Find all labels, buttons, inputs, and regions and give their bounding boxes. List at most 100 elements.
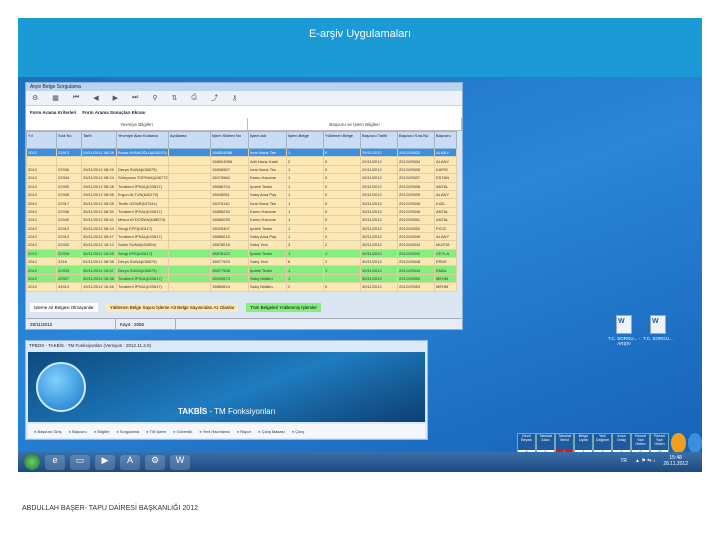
- language-indicator[interactable]: TR: [620, 458, 627, 464]
- column-header[interactable]: Başvuru Tarihi: [360, 131, 398, 149]
- table-cell: EMAL: [434, 265, 457, 275]
- table-cell: 1: [286, 181, 324, 191]
- takbis-menu-button[interactable]: Rapor: [237, 429, 251, 434]
- table-cell: 15877929: [210, 257, 249, 267]
- column-header[interactable]: İşlem Sistem No: [210, 131, 249, 149]
- user-icon[interactable]: [687, 433, 702, 453]
- table-cell: [168, 147, 211, 158]
- ie-icon[interactable]: e: [45, 454, 65, 470]
- table-row[interactable]: 2012 22945 29/11/2012 08:58 Ergun ALTUN(k32…: [26, 189, 457, 200]
- column-header[interactable]: Yevmiye Alan Kullanıcı: [116, 131, 169, 149]
- key-icon[interactable]: ⚷: [232, 94, 237, 102]
- table-row[interactable]: 2012 22932 30/11/2012 15:12 Salim SUNA(k328…: [26, 240, 457, 250]
- table-row[interactable]: 2012 22907 30/11/2012 15:38 Turabeni İPSAL(…: [26, 273, 457, 284]
- table-cell: 30/11/2012: [360, 273, 398, 284]
- column-header[interactable]: İşlem Belge: [286, 131, 324, 149]
- table-row[interactable]: 2012 3316 02/11/2012 08:38 Derya SUNA(k3857…: [26, 257, 457, 267]
- table-cell: Sevgi EFE(k30117): [116, 223, 169, 233]
- table-row[interactable]: 2012 22917 30/11/2012 08:08 Tevfik IZGAR(k3…: [26, 198, 457, 208]
- table-cell: Süleyman TOPRAK(k38772): [116, 173, 169, 183]
- column-header[interactable]: Başvuru: [434, 131, 457, 149]
- explorer-icon[interactable]: ▭: [70, 454, 90, 470]
- table-row[interactable]: 2012 22912 30/11/2012 08:44 Sevgi EFE(k3011…: [26, 223, 457, 233]
- print-icon[interactable]: ⎙: [191, 94, 197, 102]
- takbis-menu-button[interactable]: Başvuru: [69, 429, 87, 434]
- table-cell: ANTAL: [434, 206, 457, 217]
- column-header[interactable]: Yüklenen Belge: [323, 131, 361, 149]
- table-cell: 0: [323, 215, 361, 225]
- start-button[interactable]: [24, 454, 40, 470]
- table-row[interactable]: 2012 34513 19/11/2012 10:46 Turabeni İPSAL(…: [26, 282, 457, 292]
- table-cell: 19/11/2012 10:46: [81, 282, 117, 292]
- table-row[interactable]: 2012 22938 30/11/2012 08:30 Turabeni İPSAL(…: [26, 206, 457, 217]
- prev-icon[interactable]: ◀: [93, 94, 98, 102]
- table-cell: [56, 156, 82, 166]
- takbis-menu-button[interactable]: Sorgulama: [116, 429, 139, 434]
- table-cell: 0: [323, 181, 361, 191]
- word-doc-icon: [616, 315, 632, 334]
- column-header[interactable]: Sıra No: [56, 131, 82, 149]
- filter-icon[interactable]: ⚲: [152, 94, 157, 102]
- table-row[interactable]: 2012 22936 29/11/2012 08:29 Derya SUNA(k385…: [26, 164, 457, 175]
- word-icon[interactable]: W: [170, 454, 190, 470]
- table-cell: 2012: [26, 273, 57, 284]
- media-player-icon[interactable]: ▶: [95, 454, 115, 470]
- takbis-menu-button[interactable]: Başvuru Giriş: [34, 429, 62, 434]
- table-cell: 15878122: [210, 248, 249, 259]
- table-cell: 2012/29552: [397, 223, 435, 233]
- table-cell: [168, 173, 211, 183]
- app-icon[interactable]: ⚙: [32, 94, 38, 102]
- table-row[interactable]: 2012 22913 29/11/2012 08:28 Burak AYANOĞLU(…: [26, 147, 457, 158]
- table-row[interactable]: 158524958 Adli Haciz Kaldı 2 0 29/11/2012 201…: [26, 156, 457, 166]
- table-cell: Satış Yeni: [248, 240, 287, 250]
- takbis-menu-button[interactable]: Yeni Hazırlama: [199, 429, 230, 434]
- info-icon[interactable]: [671, 433, 686, 453]
- table-cell: 2012/29535: [397, 164, 435, 175]
- table-cell: 0: [323, 223, 361, 233]
- tab-search-criteria[interactable]: Form Arama Kriterleri: [30, 110, 76, 115]
- table-cell: Turabeni İPSAL(k33617): [116, 282, 169, 292]
- acrobat-icon[interactable]: A: [120, 454, 140, 470]
- takbis-menu-button[interactable]: Bilgiler: [94, 429, 109, 434]
- table-cell: ANTAL: [434, 181, 457, 191]
- desktop-icon-word[interactable]: T.C. SORGU...: [638, 315, 678, 341]
- column-header[interactable]: İşlem Adı: [248, 131, 287, 149]
- table-cell: 22917: [56, 198, 82, 208]
- sort-icon[interactable]: ⇅: [171, 94, 177, 102]
- table-cell: Satış Malikin: [248, 273, 287, 284]
- table-cell: İcrai Haciz Tes: [248, 198, 287, 208]
- export-icon[interactable]: ⤴: [211, 93, 218, 103]
- table-cell: 30/11/2012 08:08: [81, 198, 117, 208]
- table-cell: Satış Yeni: [248, 257, 287, 267]
- app-icon[interactable]: ⚙: [145, 454, 165, 470]
- column-header[interactable]: Açıklama: [168, 131, 211, 149]
- table-row[interactable]: 2012 22940 30/11/2012 08:40 Mesut AYDOĞAN(k…: [26, 215, 457, 225]
- column-header[interactable]: Tarih: [81, 131, 117, 149]
- takbis-menu-button[interactable]: Çıkış: [292, 429, 304, 434]
- table-row[interactable]: 2012 22930 29/11/2012 08:28 Turabeni İPSAL(…: [26, 181, 457, 191]
- tray-icons[interactable]: ▲ ⚑ ⇆ ♪: [635, 458, 655, 464]
- column-header[interactable]: Başvuru Sıra No: [397, 131, 435, 149]
- table-row[interactable]: 2012 22933 30/11/2012 15:57 Derya SUNA(k385…: [26, 265, 457, 275]
- takbis-menu-button[interactable]: Çıkış Masası: [258, 429, 285, 434]
- grid-icon[interactable]: ▦: [52, 94, 59, 102]
- table-cell: Kamu Haczine: [248, 206, 287, 217]
- takbis-menu-button[interactable]: TM İşlem: [146, 429, 166, 434]
- tab-search-results[interactable]: Form Arama Sonuçları Ekranı: [82, 110, 145, 115]
- toolbar: ⚙ ▦ ⏮ ◀ ▶ ⏭ ⚲ ⇅ ⎙ ⤴ ⚷: [26, 91, 462, 106]
- table-cell: [26, 156, 57, 166]
- table-cell: Turabeni İPSAL(k33617): [116, 273, 169, 284]
- table-cell: 2012/29549: [397, 231, 435, 242]
- first-icon[interactable]: ⏮: [73, 94, 79, 102]
- table-cell: [81, 156, 117, 166]
- takbis-menu-button[interactable]: Güvenlik: [173, 429, 193, 434]
- table-row[interactable]: 2012 22934 30/11/2012 15:29 Sevgi EFE(k3011…: [26, 248, 457, 259]
- column-header[interactable]: Yıl: [26, 131, 57, 149]
- last-icon[interactable]: ⏭: [132, 94, 138, 102]
- table-cell: KAPIS: [434, 164, 457, 175]
- clock[interactable]: 15:48 28.11.2012: [663, 455, 688, 467]
- next-icon[interactable]: ▶: [113, 94, 118, 102]
- table-row[interactable]: 2012 22934 29/11/2012 08:24 Süleyman TOPRAK…: [26, 173, 457, 183]
- table-cell: İpotek Tesisi: [248, 181, 287, 191]
- table-row[interactable]: 2012 22913 30/11/2012 08:47 Turabeni İPSAL(…: [26, 231, 457, 242]
